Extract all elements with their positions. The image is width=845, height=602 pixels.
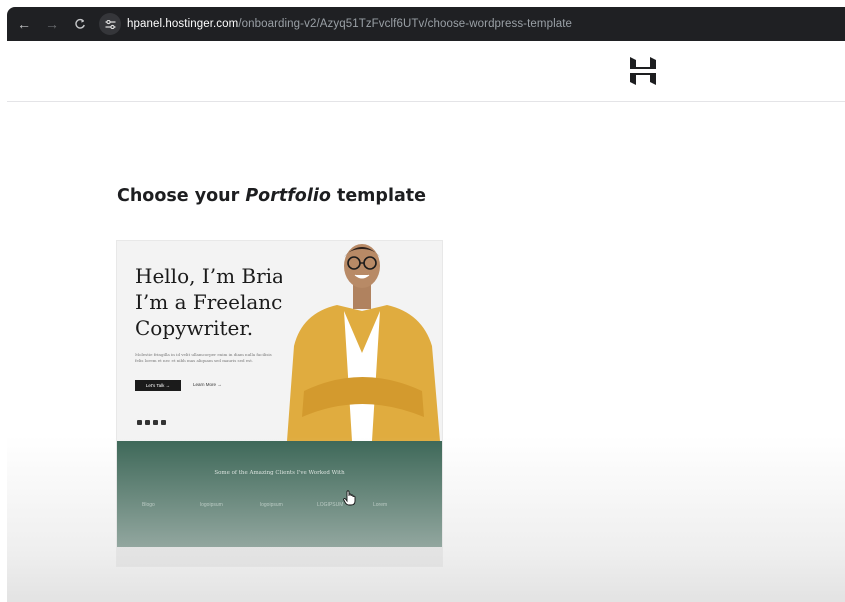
title-prefix: Choose your	[117, 186, 246, 206]
client-logo: Lorem	[373, 502, 388, 508]
title-category: Portfolio	[245, 186, 331, 206]
url-text[interactable]: hpanel.hostinger.com/onboarding-v2/Azyq5…	[127, 18, 572, 30]
social-icon	[145, 420, 150, 425]
back-button[interactable]: ←	[13, 13, 35, 35]
preview-clients-section: Some of the Amazing Clients I've Worked …	[117, 441, 442, 547]
preview-cta-button: Let's Talk →	[135, 380, 181, 391]
social-icon	[137, 420, 142, 425]
client-logo: logoipsum	[200, 502, 223, 508]
preview-portrait-image	[282, 241, 442, 441]
window-edge	[0, 0, 7, 602]
title-suffix: template	[330, 186, 426, 206]
address-bar[interactable]: hpanel.hostinger.com/onboarding-v2/Azyq5…	[99, 11, 572, 37]
client-logo: LOGIPSUM	[317, 502, 344, 508]
social-icon	[153, 420, 158, 425]
hand-cursor-icon	[343, 490, 356, 506]
preview-hero-body: Molestie fringilla in id velit ullamcorp…	[135, 352, 272, 363]
top-header	[7, 41, 845, 102]
client-logo: logoipsum	[260, 502, 283, 508]
hostinger-logo[interactable]	[629, 56, 657, 86]
preview-footer-strip	[117, 547, 442, 566]
reload-button[interactable]	[69, 13, 91, 35]
social-icon	[161, 420, 166, 425]
tune-icon	[105, 19, 115, 29]
preview-learn-more-link: Learn More →	[193, 382, 222, 387]
browser-toolbar: ← → hpanel.hostinger.com/onboarding-v2/A…	[7, 7, 845, 41]
site-info-button[interactable]	[99, 13, 121, 35]
portfolio-template-card[interactable]: Hello, I’m Brian. I’m a Freelance Copywr…	[117, 241, 442, 566]
url-path: /onboarding-v2/Azyq51TzFvclf6UTv/choose-…	[238, 18, 573, 30]
forward-button[interactable]: →	[41, 13, 63, 35]
preview-social-icons	[137, 420, 166, 425]
page-content: Choose your Portfolio template Hello, I’…	[7, 41, 845, 602]
clients-heading: Some of the Amazing Clients I've Worked …	[214, 470, 345, 476]
url-host: hpanel.hostinger.com	[127, 18, 239, 30]
client-logo: Blogo	[142, 502, 155, 508]
page-title: Choose your Portfolio template	[117, 186, 426, 206]
template-preview-hero: Hello, I’m Brian. I’m a Freelance Copywr…	[117, 241, 442, 441]
reload-icon	[75, 18, 85, 29]
